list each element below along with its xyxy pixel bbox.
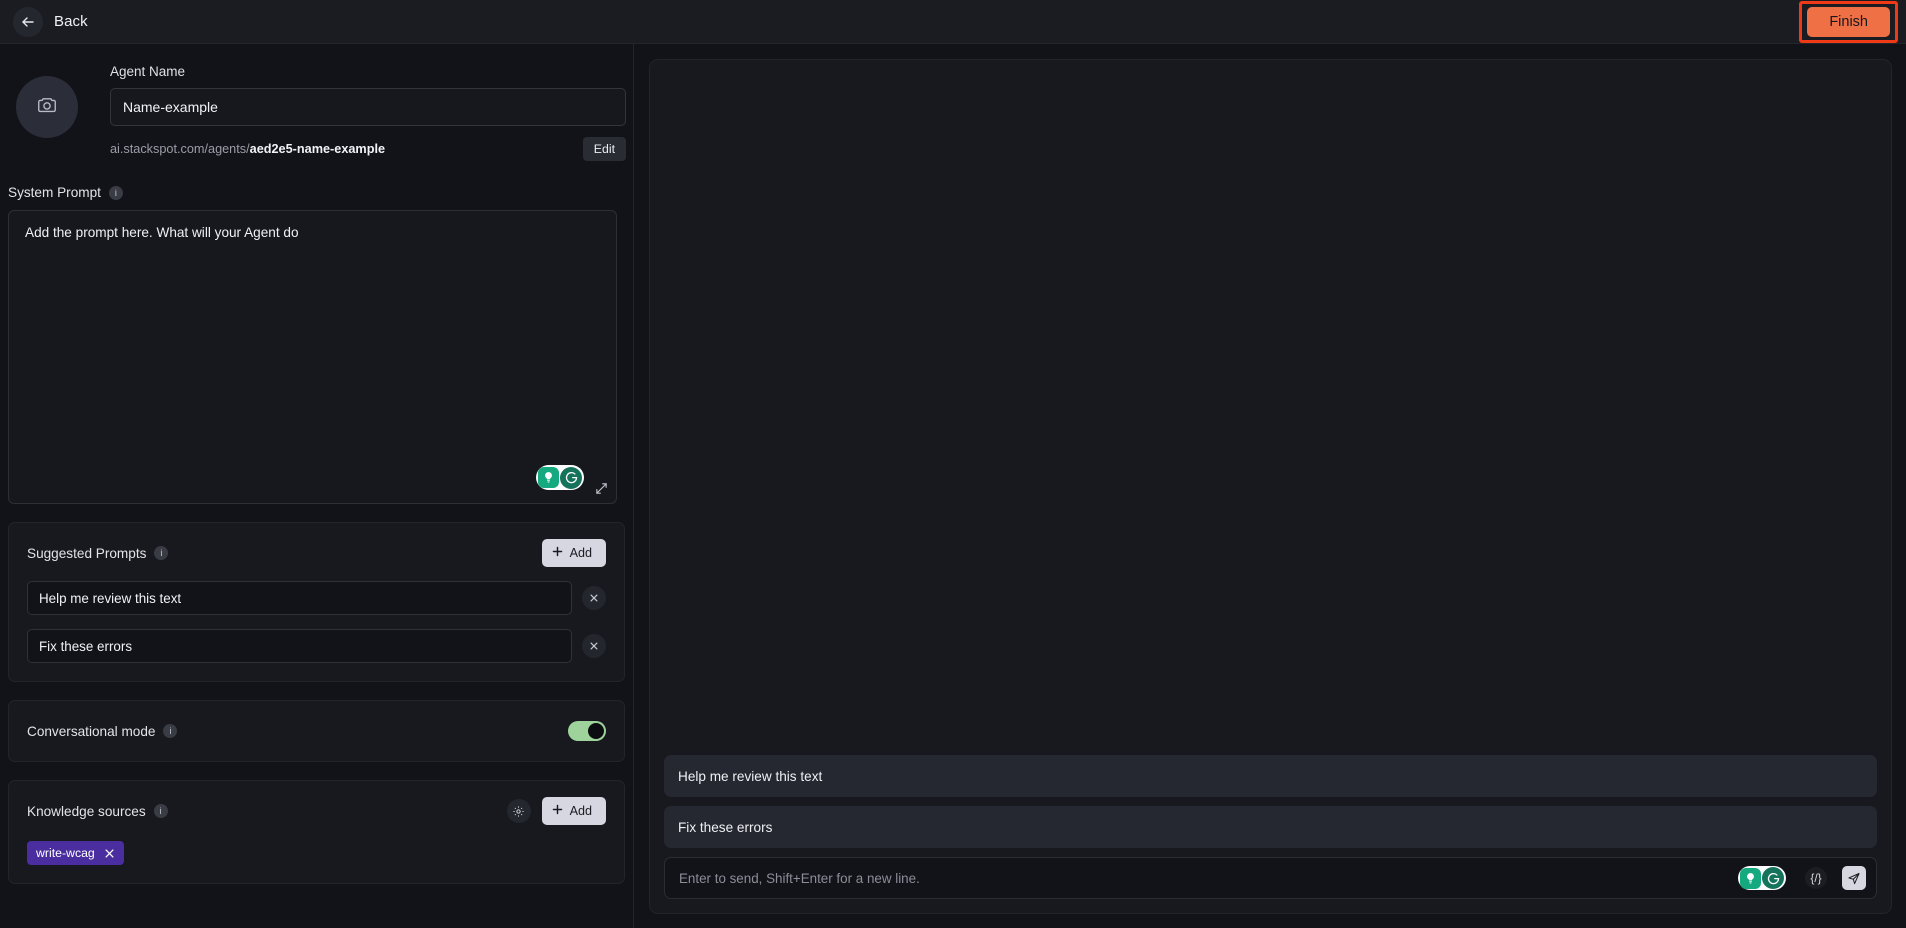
chat-suggestion-label: Fix these errors — [678, 819, 773, 835]
finish-highlight-box: Finish — [1799, 0, 1898, 43]
conversational-mode-header: Conversational mode i — [27, 721, 606, 741]
remove-suggested-prompt-button[interactable] — [582, 634, 606, 658]
agent-url: ai.stackspot.com/agents/aed2e5-name-exam… — [110, 142, 385, 156]
arrow-left-icon — [13, 6, 43, 37]
add-suggested-prompt-label: Add — [569, 546, 592, 560]
plus-icon — [552, 804, 563, 818]
system-prompt-header: System Prompt i — [8, 185, 617, 200]
back-label: Back — [54, 13, 88, 30]
conversational-mode-title-group: Conversational mode i — [27, 723, 178, 739]
grammarly-suggestion-icon — [1740, 867, 1761, 889]
knowledge-sources-actions: Add — [506, 797, 606, 825]
agent-url-row: ai.stackspot.com/agents/aed2e5-name-exam… — [110, 137, 626, 161]
chat-input-bar[interactable]: Enter to send, Shift+Enter for a new lin… — [664, 857, 1877, 899]
toggle-knob — [588, 723, 604, 739]
plus-icon — [552, 546, 563, 560]
grammarly-icon[interactable] — [536, 465, 584, 490]
agent-config-panel: Agent Name ai.stackspot.com/agents/aed2e… — [0, 44, 634, 928]
chat-suggestion-label: Help me review this text — [678, 768, 823, 784]
remove-suggested-prompt-button[interactable] — [582, 586, 606, 610]
conversational-mode-section: Conversational mode i — [8, 700, 625, 762]
chat-preview: Help me review this text Fix these error… — [649, 59, 1892, 914]
knowledge-sources-header: Knowledge sources i Add — [27, 797, 606, 825]
add-knowledge-source-button[interactable]: Add — [541, 797, 606, 825]
info-icon[interactable]: i — [163, 724, 178, 738]
agent-name-input[interactable] — [110, 88, 626, 126]
system-prompt-section: System Prompt i Add the prompt here. Wha… — [0, 161, 633, 504]
knowledge-sources-title: Knowledge sources — [27, 803, 146, 819]
grammarly-suggestion-icon — [538, 467, 559, 488]
camera-icon — [36, 94, 58, 121]
conversational-mode-toggle[interactable] — [568, 721, 606, 741]
chat-input-tools: {/} — [1738, 866, 1866, 890]
info-icon[interactable]: i — [108, 185, 123, 200]
agent-name-label: Agent Name — [110, 64, 186, 79]
knowledge-source-tag: write-wcag — [27, 841, 124, 865]
chat-suggestion-item[interactable]: Help me review this text — [664, 755, 1877, 797]
system-prompt-textarea[interactable]: Add the prompt here. What will your Agen… — [8, 210, 617, 504]
info-icon[interactable]: i — [153, 804, 168, 818]
suggested-prompts-header: Suggested Prompts i Add — [27, 539, 606, 567]
agent-preview-panel: Help me review this text Fix these error… — [635, 44, 1906, 928]
resize-handle-icon[interactable] — [595, 482, 608, 495]
suggested-prompts-section: Suggested Prompts i Add — [8, 522, 625, 682]
suggested-prompt-row — [27, 629, 606, 663]
code-braces-icon[interactable]: {/} — [1805, 867, 1827, 889]
send-icon[interactable] — [1842, 866, 1866, 890]
suggested-prompt-input[interactable] — [27, 581, 572, 615]
suggested-prompts-title-group: Suggested Prompts i — [27, 545, 169, 561]
add-suggested-prompt-button[interactable]: Add — [541, 539, 606, 567]
gear-icon[interactable] — [506, 799, 531, 823]
system-prompt-title: System Prompt — [8, 185, 101, 200]
add-knowledge-source-label: Add — [569, 804, 592, 818]
suggested-prompt-input[interactable] — [27, 629, 572, 663]
agent-identity-section: Agent Name ai.stackspot.com/agents/aed2e… — [0, 44, 633, 161]
suggested-prompts-title: Suggested Prompts — [27, 545, 147, 561]
grammarly-logo-icon — [1762, 867, 1784, 889]
system-prompt-placeholder: Add the prompt here. What will your Agen… — [25, 225, 299, 240]
back-button[interactable]: Back — [13, 6, 88, 37]
info-icon[interactable]: i — [154, 546, 169, 560]
identity-fields: Agent Name ai.stackspot.com/agents/aed2e… — [110, 64, 626, 161]
conversational-mode-title: Conversational mode — [27, 723, 156, 739]
chat-suggestion-item[interactable]: Fix these errors — [664, 806, 1877, 848]
avatar-upload-button[interactable] — [16, 76, 78, 138]
grammarly-icon[interactable] — [1738, 866, 1786, 890]
agent-url-slug: aed2e5-name-example — [249, 142, 386, 156]
chat-input-placeholder: Enter to send, Shift+Enter for a new lin… — [679, 870, 920, 886]
knowledge-source-tag-label: write-wcag — [36, 846, 95, 860]
grammarly-logo-icon — [560, 466, 582, 489]
agent-url-prefix: ai.stackspot.com/agents/ — [110, 142, 250, 156]
top-bar: Back Finish — [0, 0, 1906, 44]
knowledge-sources-title-group: Knowledge sources i — [27, 804, 168, 819]
knowledge-sources-section: Knowledge sources i Add write-wcag — [8, 780, 625, 884]
suggested-prompt-row — [27, 581, 606, 615]
edit-url-button[interactable]: Edit — [582, 137, 626, 161]
close-icon[interactable] — [104, 848, 115, 859]
finish-button[interactable]: Finish — [1807, 6, 1890, 37]
